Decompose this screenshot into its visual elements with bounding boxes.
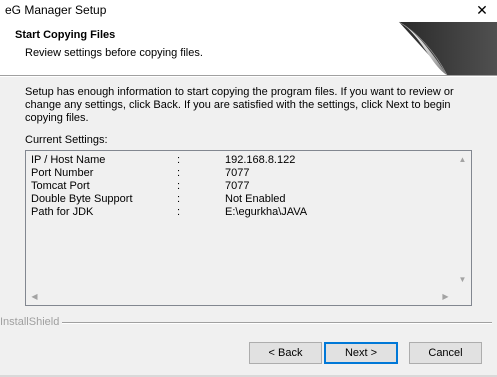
setting-value: Not Enabled [225,193,286,205]
setting-separator: : [177,167,181,179]
installshield-footer: InstallShield [0,316,497,330]
wizard-header: Start Copying Files Review settings befo… [0,20,497,75]
close-icon: ✕ [476,1,488,18]
title-bar: eG Manager Setup ✕ [0,0,497,20]
vertical-scrollbar[interactable]: ▲ ▼ [454,151,471,288]
window-title: eG Manager Setup [5,3,107,17]
current-settings-label: Current Settings: [25,134,108,146]
horizontal-scrollbar[interactable]: ◀ ▶ [26,288,454,305]
setting-value: 7077 [225,180,250,192]
setting-name: Path for JDK [31,206,94,218]
setting-separator: : [177,206,181,218]
scroll-corner [454,288,471,305]
setting-name: Tomcat Port [31,180,90,192]
setting-value: 7077 [225,167,250,179]
settings-list[interactable]: IP / Host Name : 192.168.8.122 Port Numb… [25,150,472,306]
setup-window: eG Manager Setup ✕ Start Copying Files R… [0,0,497,377]
intro-text: Setup has enough information to start co… [25,86,454,124]
setting-value: E:\egurkha\JAVA [225,206,308,218]
close-button[interactable]: ✕ [467,0,497,20]
setting-name: Double Byte Support [31,193,133,205]
setting-name: IP / Host Name [31,154,106,166]
scroll-left-icon[interactable]: ◀ [26,288,43,305]
setting-name: Port Number [31,167,94,179]
page-curl-icon [398,21,497,75]
setting-separator: : [177,193,181,205]
header-divider [0,75,497,77]
setting-separator: : [177,154,181,166]
setting-value: 192.168.8.122 [225,154,296,166]
setting-separator: : [177,180,181,192]
cancel-button[interactable]: Cancel [409,342,482,364]
scroll-up-icon[interactable]: ▲ [454,151,471,168]
scroll-right-icon[interactable]: ▶ [437,288,454,305]
next-button[interactable]: Next > [324,342,398,364]
installshield-label: InstallShield [0,316,60,328]
page-title: Start Copying Files [15,29,116,41]
scroll-down-icon[interactable]: ▼ [454,271,471,288]
footer-divider [62,322,492,324]
page-subtitle: Review settings before copying files. [25,47,203,59]
back-button[interactable]: < Back [249,342,322,364]
